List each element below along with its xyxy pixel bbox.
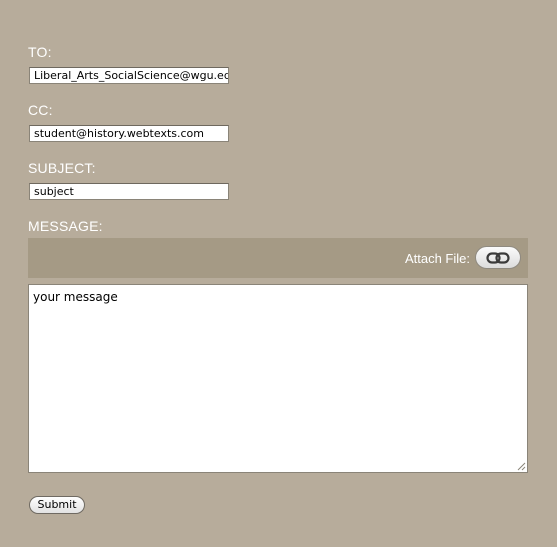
submit-button[interactable]: Submit	[29, 496, 85, 514]
attach-file-button[interactable]	[475, 246, 521, 269]
subject-field[interactable]: subject	[29, 183, 229, 200]
to-field[interactable]: Liberal_Arts_SocialScience@wgu.edu	[29, 67, 229, 84]
attach-bar: Attach File:	[28, 238, 528, 278]
cc-label: CC:	[28, 102, 53, 118]
link-icon	[486, 251, 510, 264]
subject-label: SUBJECT:	[28, 160, 96, 176]
email-form: TO: Liberal_Arts_SocialScience@wgu.edu C…	[0, 0, 557, 547]
resize-grip-icon[interactable]	[517, 462, 526, 471]
cc-field[interactable]: student@history.webtexts.com	[29, 125, 229, 142]
attach-file-label: Attach File:	[404, 251, 470, 266]
message-textarea[interactable]: your message	[28, 284, 528, 473]
message-label: MESSAGE:	[28, 218, 103, 234]
to-label: TO:	[28, 44, 52, 60]
